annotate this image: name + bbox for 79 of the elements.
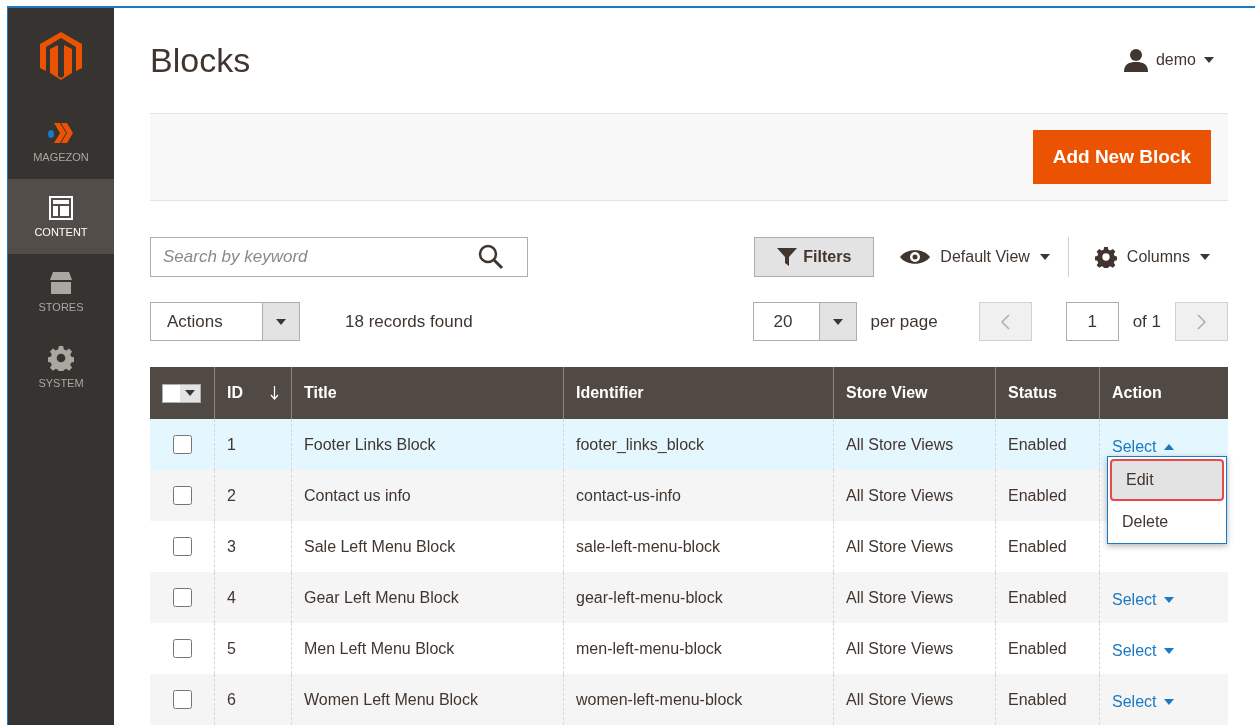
layout-icon <box>49 195 73 220</box>
actions-select[interactable]: Actions <box>150 302 300 341</box>
per-page-label: per page <box>870 311 938 332</box>
user-menu[interactable]: demo <box>1123 48 1214 73</box>
table-cell: 2 <box>214 470 291 521</box>
table-cell: 4 <box>214 572 291 623</box>
columns-dropdown[interactable]: Columns <box>1088 245 1216 269</box>
table-cell: All Store Views <box>833 470 995 521</box>
hexagon-logo-icon[interactable] <box>40 32 82 80</box>
sidebar-item[interactable]: CONTENT <box>8 179 114 254</box>
column-header[interactable]: Identifier <box>563 367 833 419</box>
sidebar-item[interactable]: SYSTEM <box>8 329 114 404</box>
page-title: Blocks <box>150 40 251 80</box>
column-header[interactable]: Action <box>1099 367 1228 419</box>
row-checkbox[interactable] <box>173 537 192 556</box>
caret-icon <box>1200 254 1210 260</box>
user-icon <box>1123 48 1148 73</box>
sidebar-item[interactable]: STORES <box>8 254 114 329</box>
table-cell: contact-us-info <box>563 470 833 521</box>
gear-icon <box>1094 246 1117 268</box>
table-cell: Enabled <box>995 572 1099 623</box>
caret-icon <box>832 318 843 325</box>
page-number-field[interactable]: 1 <box>1065 302 1119 341</box>
caret-icon <box>1164 698 1175 705</box>
chevrons-logo-icon <box>48 120 74 145</box>
row-checkbox[interactable] <box>173 486 192 505</box>
row-checkbox[interactable] <box>173 639 192 658</box>
filters-button[interactable]: Filters <box>754 237 875 277</box>
table-cell: Women Left Menu Block <box>291 674 563 725</box>
table-cell: All Store Views <box>833 572 995 623</box>
select-link[interactable]: Select <box>1112 437 1175 456</box>
table-cell: gear-left-menu-block <box>563 572 833 623</box>
row-checkbox[interactable] <box>173 435 192 454</box>
column-header[interactable]: ID <box>214 367 291 419</box>
search-icon <box>478 244 504 270</box>
chevron-left-icon <box>1000 313 1010 330</box>
table-cell: 1 <box>214 419 291 470</box>
table-cell: Enabled <box>995 674 1099 725</box>
table-cell: Footer Links Block <box>291 419 563 470</box>
eye-icon <box>900 248 931 266</box>
sort-arrow-icon <box>270 386 279 400</box>
chevron-right-icon <box>1197 313 1206 330</box>
column-header[interactable]: Status <box>995 367 1099 419</box>
menu-item[interactable]: Delete <box>1108 503 1226 541</box>
caret-icon <box>185 390 195 396</box>
table-cell: Enabled <box>995 419 1099 470</box>
search-field[interactable]: Search by keyword <box>150 237 528 277</box>
table-cell: women-left-menu-block <box>563 674 833 725</box>
select-link[interactable]: Select <box>1112 590 1175 609</box>
gear-icon <box>48 344 74 371</box>
table-cell: All Store Views <box>833 419 995 470</box>
caret-icon <box>1164 647 1175 654</box>
storefront-icon <box>48 270 74 295</box>
view-dropdown[interactable]: Default View <box>894 237 1069 277</box>
filter-icon <box>777 248 798 266</box>
mass-select-checkbox[interactable] <box>162 383 201 403</box>
row-checkbox[interactable] <box>173 690 192 709</box>
page-count: of 1 <box>1132 311 1161 332</box>
sidebar-item[interactable]: MAGEZON <box>8 104 114 179</box>
add-new-block-button[interactable]: Add New Block <box>1032 129 1211 184</box>
table-cell: 6 <box>214 674 291 725</box>
per-page-select[interactable]: 20 <box>752 302 857 341</box>
records-count: 18 records found <box>345 311 473 332</box>
select-link[interactable]: Select <box>1112 641 1175 660</box>
row-checkbox[interactable] <box>173 588 192 607</box>
caret-icon <box>276 318 286 325</box>
table-cell: footer_links_block <box>563 419 833 470</box>
column-header[interactable]: Title <box>291 367 563 419</box>
table-cell: Gear Left Menu Block <box>291 572 563 623</box>
table-cell: Contact us info <box>291 470 563 521</box>
caret-icon <box>1039 254 1050 260</box>
menu-item[interactable]: Edit <box>1110 459 1224 501</box>
caret-icon <box>1204 57 1214 64</box>
table-cell: All Store Views <box>833 674 995 725</box>
caret-icon <box>1164 596 1175 603</box>
table-cell: Enabled <box>995 470 1099 521</box>
select-link[interactable]: Select <box>1112 692 1175 711</box>
column-header[interactable]: Store View <box>833 367 995 419</box>
caret-icon <box>1164 443 1175 450</box>
